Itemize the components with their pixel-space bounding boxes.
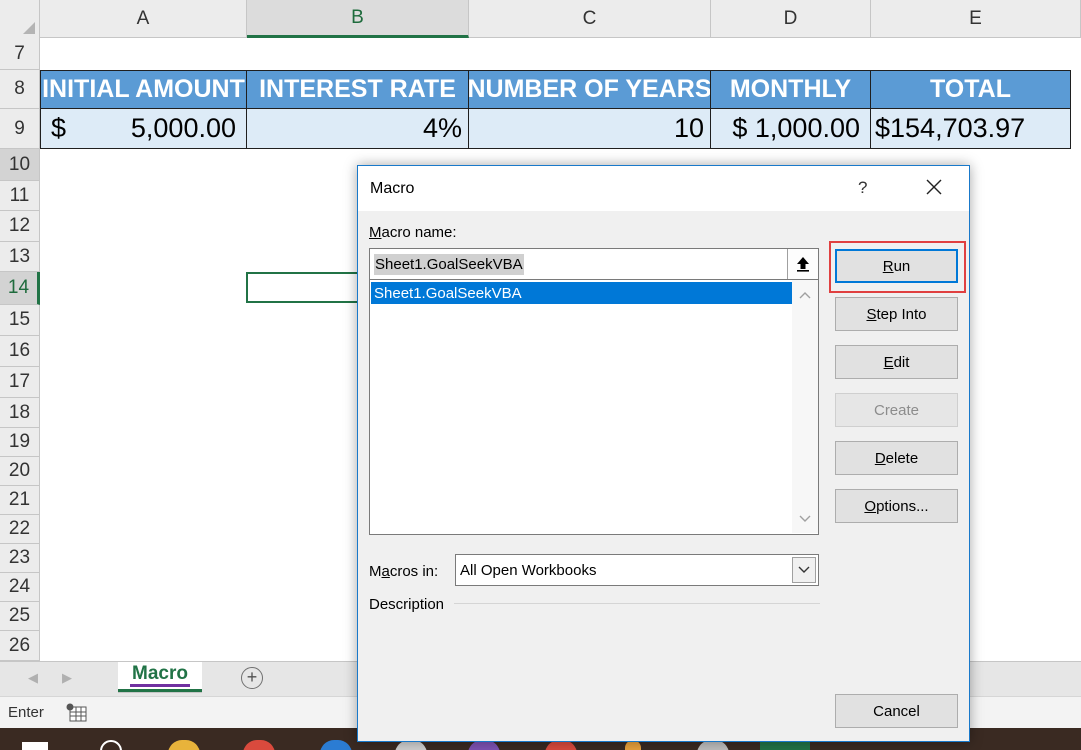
edit-accesskey: E (883, 353, 894, 371)
options-accesskey: O (864, 497, 877, 515)
header-number-of-years[interactable]: NUMBER OF YEARS (469, 70, 711, 109)
macro-name-input[interactable]: Sheet1.GoalSeekVBA (369, 248, 819, 280)
header-interest-rate[interactable]: INTEREST RATE (247, 70, 469, 109)
collapse-dialog-button[interactable] (787, 249, 818, 279)
macros-in-accesskey: a (381, 563, 390, 580)
column-header-b[interactable]: B (247, 0, 469, 38)
macro-list[interactable]: Sheet1.GoalSeekVBA (369, 280, 819, 535)
cell-mode-icon[interactable] (65, 702, 87, 722)
delete-accesskey: D (874, 449, 886, 467)
tab-scroll-right-icon[interactable]: ▶ (62, 670, 72, 686)
help-button[interactable]: ? (858, 178, 867, 198)
cell-total[interactable]: $154,703.97 (871, 109, 1071, 149)
row-header-25[interactable]: 25 (0, 602, 40, 631)
step-into-label: tep Into (876, 305, 927, 323)
row-header-21[interactable]: 21 (0, 486, 40, 515)
step-into-accesskey: S (866, 305, 877, 323)
row-header-22[interactable]: 22 (0, 515, 40, 544)
tab-scroll-left-icon[interactable]: ◀ (28, 670, 38, 686)
macros-in-value: All Open Workbooks (460, 561, 597, 579)
macro-name-value: Sheet1.GoalSeekVBA (374, 253, 524, 275)
delete-button[interactable]: Delete (835, 441, 958, 475)
row-header-11[interactable]: 11 (0, 181, 40, 211)
scroll-down-icon[interactable] (792, 508, 818, 530)
column-header-row: A B C D E (0, 0, 1081, 38)
header-initial-amount[interactable]: INITIAL AMOUNT (40, 70, 247, 109)
create-button[interactable]: Create (835, 393, 958, 427)
run-label: un (893, 257, 911, 275)
macros-in-label-start: M (369, 563, 382, 580)
excel-window: A B C D E 7 8 9 10 11 12 13 14 15 16 17 … (0, 0, 1081, 750)
dialog-title: Macro (370, 180, 415, 197)
row-header-7[interactable]: 7 (0, 38, 40, 70)
run-button[interactable]: Run (835, 249, 958, 283)
outlook-icon[interactable] (320, 740, 352, 750)
column-header-a[interactable]: A (40, 0, 247, 38)
list-scrollbar[interactable] (792, 280, 818, 533)
macro-name-label: Macro name: (369, 224, 457, 241)
row-header-19[interactable]: 19 (0, 428, 40, 457)
row-header-26[interactable]: 26 (0, 631, 40, 661)
edit-button[interactable]: Edit (835, 345, 958, 379)
status-mode: Enter (8, 704, 44, 721)
description-divider (454, 603, 820, 604)
row-header-13[interactable]: 13 (0, 242, 40, 272)
macros-in-dropdown-button[interactable] (792, 557, 816, 583)
macro-dialog: Macro ? Macro name: Sheet1.GoalSeekVBA S… (357, 165, 970, 742)
macro-name-label-text: acro name: (381, 224, 457, 241)
row-header-24[interactable]: 24 (0, 573, 40, 602)
scroll-up-icon[interactable] (792, 284, 818, 306)
step-into-button[interactable]: Step Into (835, 297, 958, 331)
column-header-c[interactable]: C (469, 0, 711, 38)
cancel-button[interactable]: Cancel (835, 694, 958, 728)
row-header-8[interactable]: 8 (0, 70, 40, 109)
description-label: Description (369, 596, 445, 613)
initial-amount-value: 5,000.00 (130, 113, 236, 143)
macros-in-select[interactable]: All Open Workbooks (455, 554, 819, 586)
file-explorer-icon[interactable] (168, 740, 200, 750)
cell-monthly[interactable]: $ 1,000.00 (711, 109, 871, 149)
column-header-e[interactable]: E (871, 0, 1081, 38)
select-all-corner[interactable] (0, 0, 40, 38)
add-sheet-plus-icon[interactable]: + (241, 667, 263, 689)
macro-name-label-accesskey: M (369, 224, 382, 241)
edit-label: dit (893, 353, 910, 371)
row-header-23[interactable]: 23 (0, 544, 40, 573)
row-header-9[interactable]: 9 (0, 109, 40, 149)
list-item[interactable]: Sheet1.GoalSeekVBA (371, 282, 792, 304)
macros-in-label: Macros in: (369, 563, 438, 580)
row-header-16[interactable]: 16 (0, 336, 40, 367)
header-total[interactable]: TOTAL (871, 70, 1071, 109)
options-button[interactable]: Options... (835, 489, 958, 523)
sheet-tab-label: Macro (130, 664, 190, 687)
row-header-15[interactable]: 15 (0, 305, 40, 336)
cell-number-of-years[interactable]: 10 (469, 109, 711, 149)
header-monthly[interactable]: MONTHLY (711, 70, 871, 109)
search-icon[interactable] (100, 740, 122, 750)
delete-label: elete (885, 449, 919, 467)
row-header-10[interactable]: 10 (0, 149, 40, 181)
close-icon[interactable] (923, 176, 945, 198)
sheet-tab-macro[interactable]: Macro (118, 662, 202, 692)
run-accesskey: R (882, 257, 894, 275)
column-header-d[interactable]: D (711, 0, 871, 38)
cell-interest-rate[interactable]: 4% (247, 109, 469, 149)
row-header-18[interactable]: 18 (0, 398, 40, 428)
windows-start-icon[interactable] (22, 742, 48, 750)
row-header-17[interactable]: 17 (0, 367, 40, 398)
chrome-icon[interactable] (243, 740, 275, 750)
cell-initial-amount[interactable]: $ 5,000.00 (40, 109, 247, 149)
options-label: ptions... (876, 497, 929, 515)
row-header-14[interactable]: 14 (0, 272, 40, 305)
upload-arrow-icon (797, 257, 809, 272)
chevron-down-icon (798, 566, 810, 573)
currency-symbol: $ (51, 113, 67, 143)
dialog-titlebar: Macro ? (358, 166, 969, 211)
macros-in-label-text: cros in: (389, 563, 439, 580)
row-header-20[interactable]: 20 (0, 457, 40, 486)
row-header-12[interactable]: 12 (0, 211, 40, 242)
active-cell-b14[interactable] (246, 272, 366, 303)
